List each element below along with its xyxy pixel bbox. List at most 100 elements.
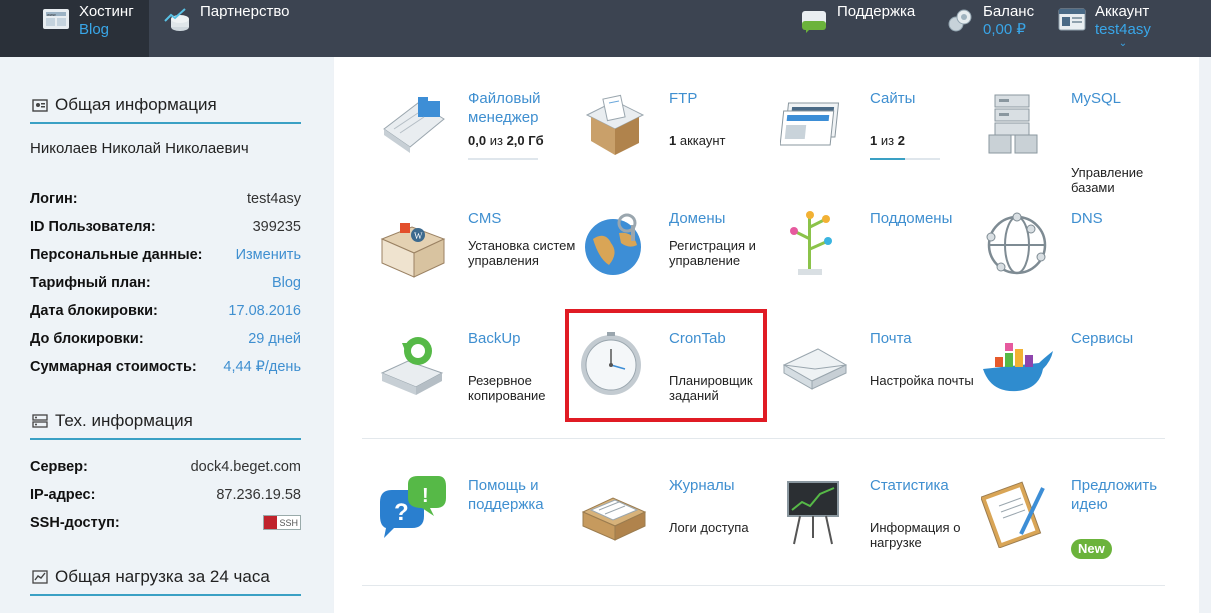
- partners-icon: [163, 7, 191, 33]
- days-left-link[interactable]: 29 дней: [248, 331, 301, 351]
- tile-logs[interactable]: Журналы Логи доступа: [579, 476, 779, 586]
- info-label: Дата блокировки:: [30, 303, 158, 319]
- ssh-off-indicator: [264, 516, 278, 529]
- tile-usage-text: 1 из 2: [870, 133, 985, 148]
- info-row-server: Сервер: dock4.beget.com: [30, 459, 301, 479]
- tile-mail[interactable]: Почта Настройка почты: [780, 329, 980, 439]
- tile-backup[interactable]: BackUp Резервное копирование: [378, 329, 578, 439]
- total-cost-link[interactable]: 4,44 ₽/день: [223, 359, 301, 379]
- ftp-icon: [579, 89, 651, 161]
- section-divider: [30, 438, 301, 440]
- ftp-account-count: 1: [669, 133, 677, 148]
- section-divider: [30, 122, 301, 124]
- usage-limit: 2,0 Гб: [506, 133, 544, 148]
- edit-personal-data-link[interactable]: Изменить: [236, 247, 301, 267]
- usage-separator: из: [489, 133, 503, 148]
- nav-balance[interactable]: Баланс 0,00 ₽: [946, 0, 1034, 57]
- tariff-link[interactable]: Blog: [272, 275, 301, 295]
- tile-cms[interactable]: W CMS Установка систем управления: [378, 209, 578, 319]
- tile-name: FTP: [669, 90, 698, 107]
- tile-name: Домены: [669, 210, 726, 227]
- usage-separator: из: [880, 133, 895, 148]
- tile-services[interactable]: Сервисы: [981, 329, 1181, 439]
- domains-icon: [579, 209, 651, 281]
- tile-help-support[interactable]: ?! Помощь и поддержка: [378, 476, 578, 586]
- chevron-down-icon[interactable]: ⌄: [1095, 39, 1151, 49]
- mail-icon: [780, 329, 852, 401]
- tile-statistics[interactable]: Статистика Информация о нагрузке: [780, 476, 980, 586]
- info-label: Логин:: [30, 191, 78, 207]
- section-tech-info-label: Тех. информация: [55, 411, 193, 430]
- info-row-block-date: Дата блокировки: 17.08.2016: [30, 303, 301, 323]
- nav-balance-title: Баланс: [983, 3, 1035, 20]
- tile-description: Управление базами: [1071, 165, 1144, 195]
- services-whale-icon: [981, 329, 1053, 401]
- tile-subdomains[interactable]: Поддомены: [780, 209, 980, 319]
- info-label: Сервер:: [30, 459, 88, 475]
- tile-sites[interactable]: Сайты 1 из 2: [779, 89, 980, 199]
- info-label: Тарифный план:: [30, 275, 151, 291]
- usage-value: 1: [870, 133, 878, 148]
- section-general-info-title: Общая информация: [32, 95, 217, 115]
- nav-support[interactable]: Поддержка: [800, 0, 915, 57]
- info-label: SSH-доступ:: [30, 515, 120, 531]
- block-date-link[interactable]: 17.08.2016: [228, 303, 301, 323]
- tile-name: DNS: [1071, 210, 1103, 227]
- tile-mysql[interactable]: MySQL Управление базами: [981, 89, 1181, 199]
- usage-progress-bar: [870, 158, 940, 160]
- info-row-total-cost: Суммарная стоимость: 4,44 ₽/день: [30, 359, 301, 379]
- tile-description: Логи доступа: [669, 520, 749, 535]
- sidebar: Общая информация Николаев Николай Никола…: [0, 57, 333, 613]
- section-load-title: Общая нагрузка за 24 часа: [32, 567, 270, 587]
- idea-icon: [980, 476, 1053, 549]
- nav-hosting-title: Хостинг: [79, 3, 134, 20]
- tile-domains[interactable]: Домены Регистрация и управление: [579, 209, 779, 319]
- file-manager-icon: [378, 89, 450, 161]
- nav-partners[interactable]: Партнерство: [163, 0, 290, 57]
- tile-name: Файловый менеджер: [468, 90, 541, 126]
- tile-name: Сервисы: [1071, 330, 1134, 347]
- tile-description: Регистрация и управление: [669, 238, 756, 268]
- tile-suggest-idea[interactable]: Предложить идею New: [980, 476, 1181, 586]
- nav-partners-title: Партнерство: [200, 3, 290, 20]
- nav-hosting-plan: Blog: [79, 21, 110, 38]
- usage-limit: 2: [897, 133, 905, 148]
- info-row-login: Логин: test4asy: [30, 191, 301, 211]
- info-label: Суммарная стоимость:: [30, 359, 197, 375]
- backup-icon: [378, 329, 450, 401]
- nav-hosting[interactable]: www Хостинг Blog: [0, 0, 149, 57]
- nav-account[interactable]: Аккаунт test4asy ⌄: [1058, 0, 1151, 57]
- hosting-icon: www: [42, 7, 70, 33]
- ftp-account-label: аккаунт: [679, 133, 726, 148]
- statistics-icon: [780, 476, 852, 548]
- subdomains-icon: [780, 209, 852, 281]
- sites-icon: [779, 89, 852, 161]
- ssh-toggle[interactable]: SSH: [263, 515, 301, 530]
- info-label: IP-адрес:: [30, 487, 96, 503]
- tile-name: MySQL: [1071, 90, 1122, 107]
- tile-name: Поддомены: [870, 210, 953, 227]
- usage-progress-bar: [468, 158, 538, 160]
- section-divider: [362, 438, 1165, 439]
- chart-icon: [32, 569, 48, 585]
- crontab-highlight-frame: [565, 309, 767, 422]
- tile-file-manager[interactable]: Файловый менеджер 0,0 из 2,0 Гб: [378, 89, 578, 199]
- section-load-label: Общая нагрузка за 24 часа: [55, 567, 270, 586]
- section-divider: [362, 585, 1165, 586]
- svg-text:?: ?: [394, 499, 409, 526]
- usage-progress-fill: [870, 158, 905, 160]
- info-row-days-left: До блокировки: 29 дней: [30, 331, 301, 351]
- logs-icon: [579, 476, 651, 548]
- info-value: dock4.beget.com: [190, 459, 301, 475]
- tile-name: Журналы: [669, 477, 735, 494]
- info-value: 87.236.19.58: [216, 487, 301, 503]
- svg-text:www: www: [47, 12, 56, 17]
- page-scrollbar[interactable]: [1199, 57, 1211, 613]
- dns-icon: [981, 209, 1053, 281]
- section-general-info-label: Общая информация: [55, 95, 217, 114]
- tile-name: Предложить идею: [1071, 477, 1158, 513]
- mysql-icon: [981, 89, 1053, 161]
- tile-dns[interactable]: DNS: [981, 209, 1181, 319]
- tile-ftp[interactable]: FTP 1 аккаунт: [579, 89, 779, 199]
- tile-name: Почта: [870, 330, 912, 347]
